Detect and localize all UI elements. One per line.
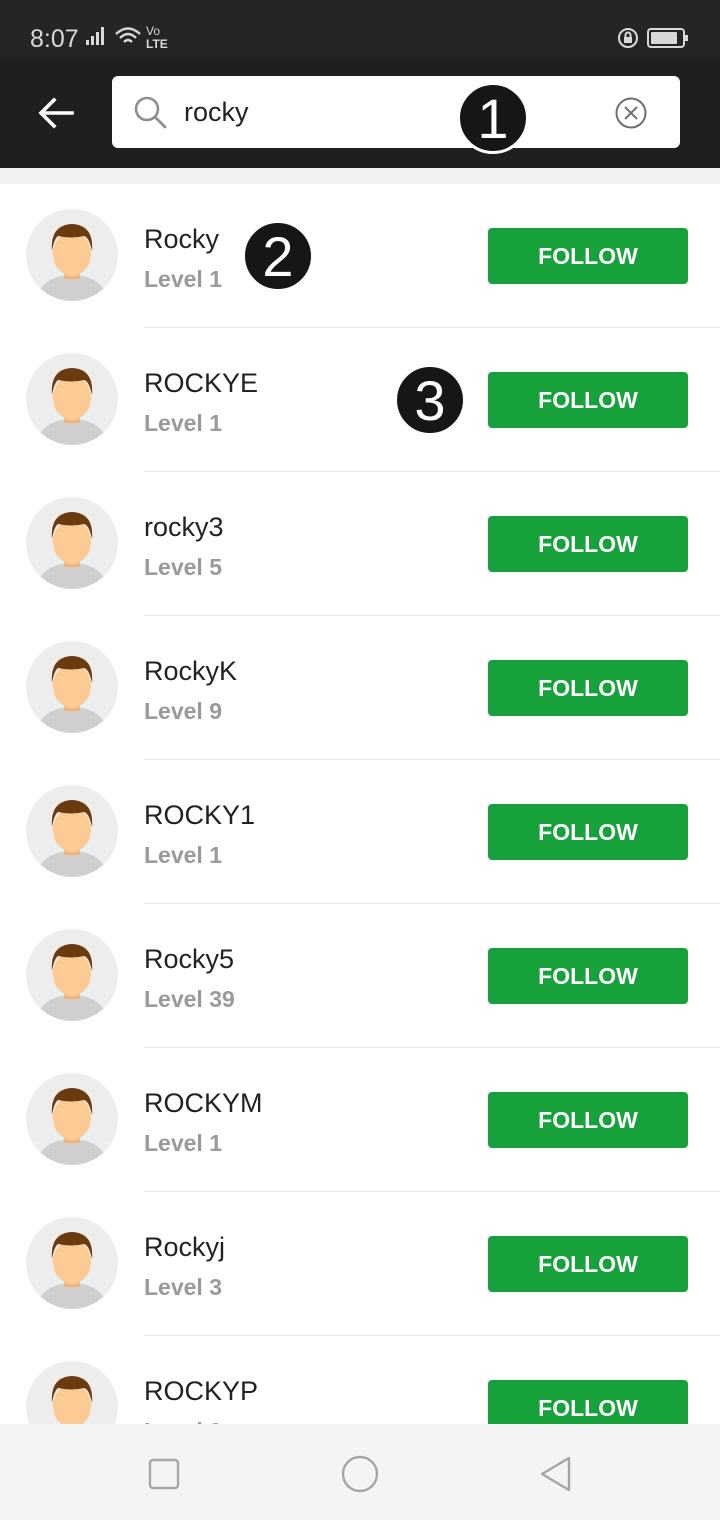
avatar — [26, 1217, 118, 1309]
user-name: ROCKYE — [144, 368, 259, 398]
list-item[interactable]: rocky3 Level 5 FOLLOW — [0, 472, 720, 616]
follow-button[interactable]: FOLLOW — [488, 372, 688, 428]
follow-button[interactable]: FOLLOW — [488, 228, 688, 284]
back-button[interactable] — [28, 87, 84, 139]
follow-button[interactable]: FOLLOW — [488, 948, 688, 1004]
user-name: rocky3 — [144, 512, 224, 542]
avatar — [26, 641, 118, 733]
user-name: Rocky — [144, 224, 220, 254]
user-name: ROCKYM — [144, 1088, 263, 1118]
user-avatar-icon — [38, 944, 106, 1021]
user-avatar-icon — [38, 1088, 106, 1165]
user-name: Rockyj — [144, 1232, 226, 1262]
list-item[interactable]: ROCKYM Level 1 FOLLOW — [0, 1048, 720, 1192]
avatar — [26, 785, 118, 877]
follow-button[interactable]: FOLLOW — [488, 1380, 688, 1424]
follow-button[interactable]: FOLLOW — [488, 1236, 688, 1292]
avatar — [26, 497, 118, 589]
user-avatar-icon — [38, 656, 106, 733]
search-input[interactable] — [184, 90, 604, 134]
system-nav-bar — [0, 1424, 720, 1520]
list-item[interactable]: Rockyj Level 3 FOLLOW — [0, 1192, 720, 1336]
user-level: Level 1 — [144, 410, 222, 436]
user-avatar-icon — [38, 1232, 106, 1309]
user-level: Level 1 — [144, 266, 222, 292]
user-level: Level 1 — [144, 842, 222, 868]
avatar — [26, 1073, 118, 1165]
callout-marker: 2 — [242, 220, 314, 292]
search-icon — [134, 96, 167, 129]
follow-button[interactable]: FOLLOW — [488, 660, 688, 716]
avatar — [26, 353, 118, 445]
user-level: Level 1 — [144, 1130, 222, 1156]
search-box[interactable] — [112, 76, 680, 148]
svg-text:Vo: Vo — [146, 24, 160, 38]
user-avatar-icon — [38, 224, 106, 301]
wifi-icon — [115, 27, 141, 43]
clear-circle-icon[interactable] — [614, 96, 648, 130]
user-avatar-icon — [38, 368, 106, 445]
avatar — [26, 1361, 118, 1424]
user-avatar-icon — [38, 800, 106, 877]
svg-text:LTE: LTE — [146, 37, 168, 51]
user-name: RockyK — [144, 656, 238, 686]
user-level: Level 5 — [144, 554, 222, 580]
list-item[interactable]: ROCKYE Level 1 FOLLOW — [0, 328, 720, 472]
user-list: Rocky Level 1 FOLLOW ROCKYE Level 1 FOLL… — [0, 184, 720, 1424]
user-avatar-icon — [51, 1376, 93, 1424]
user-level: Level 9 — [144, 698, 222, 724]
signal-icon — [86, 27, 104, 45]
volte-icon: Vo LTE — [146, 24, 168, 51]
list-item[interactable]: Rocky Level 1 FOLLOW — [0, 184, 720, 328]
user-level: Level 39 — [144, 986, 235, 1012]
rotation-lock-icon — [618, 28, 638, 48]
battery-icon — [647, 28, 688, 48]
back-triangle-icon[interactable] — [536, 1454, 576, 1494]
user-level: Level 0 — [144, 1416, 222, 1424]
follow-button[interactable]: FOLLOW — [488, 804, 688, 860]
arrow-left-icon — [38, 97, 74, 129]
status-right-icons — [618, 28, 688, 48]
list-top-gap — [0, 168, 720, 184]
status-bar: 8:07 Vo LTE — [0, 0, 720, 57]
list-item[interactable]: ROCKY1 Level 1 FOLLOW — [0, 760, 720, 904]
app-bar — [0, 57, 720, 168]
follow-button[interactable]: FOLLOW — [488, 516, 688, 572]
user-avatar-icon — [38, 512, 106, 589]
user-level: Level 3 — [144, 1274, 222, 1300]
home-circle-icon[interactable] — [340, 1454, 380, 1494]
user-name: Rocky5 — [144, 944, 235, 974]
list-item[interactable]: ROCKYP Level 0 FOLLOW — [0, 1336, 720, 1424]
status-time: 8:07 — [30, 25, 79, 53]
list-item[interactable]: RockyK Level 9 FOLLOW — [0, 616, 720, 760]
user-name: ROCKYP — [144, 1376, 259, 1406]
avatar — [26, 209, 118, 301]
avatar — [26, 929, 118, 1021]
callout-marker: 3 — [394, 364, 466, 436]
list-item[interactable]: Rocky5 Level 39 FOLLOW — [0, 904, 720, 1048]
recents-square-icon[interactable] — [144, 1454, 184, 1494]
user-name: ROCKY1 — [144, 800, 256, 830]
follow-button[interactable]: FOLLOW — [488, 1092, 688, 1148]
callout-marker: 1 — [457, 82, 529, 154]
status-left-icons: Vo LTE — [86, 24, 168, 51]
